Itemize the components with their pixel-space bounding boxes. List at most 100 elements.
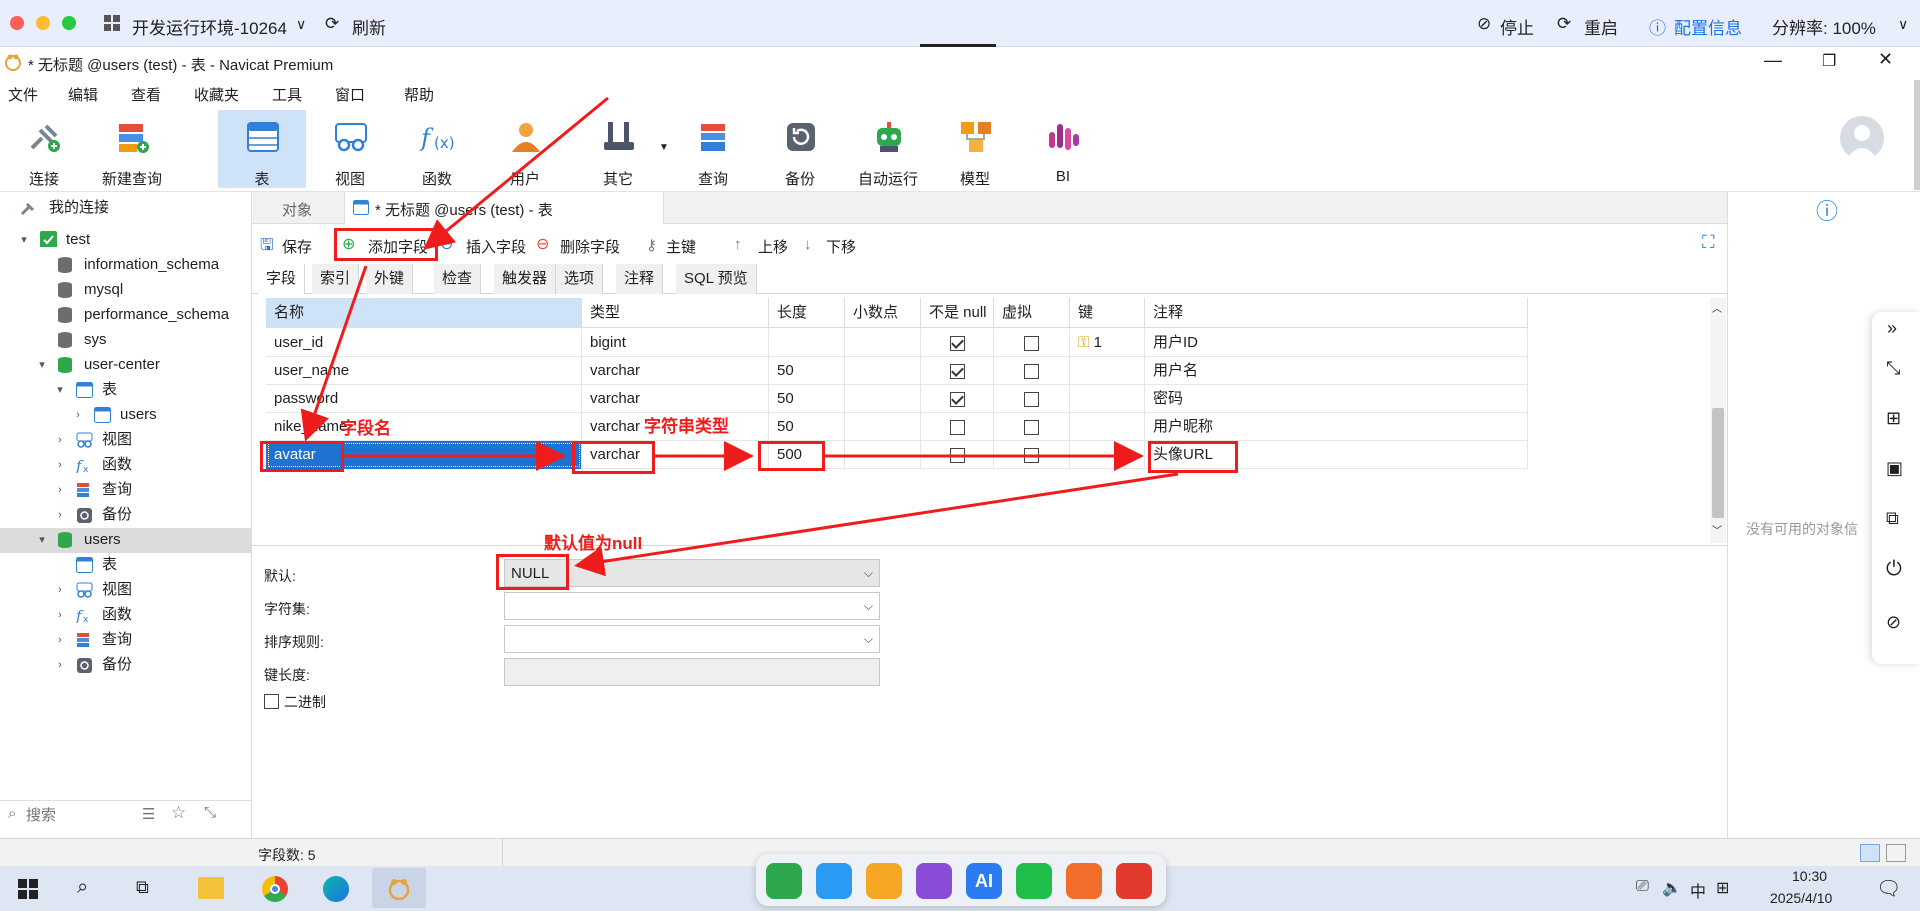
dock-files-icon[interactable]	[866, 863, 902, 899]
insert-field-button[interactable]: 插入字段	[466, 236, 526, 257]
grid-scrollbar[interactable]: ︿ ﹀	[1710, 298, 1726, 543]
search-input[interactable]	[26, 804, 136, 826]
toolbar-other[interactable]: 其它	[580, 112, 656, 192]
cell-comment[interactable]: 用户昵称	[1145, 413, 1528, 441]
subtab-indexes[interactable]: 索引	[312, 264, 360, 294]
chevron-down-icon[interactable]: ▾	[36, 353, 48, 377]
move-down-button[interactable]: 下移	[826, 236, 856, 257]
split-icon[interactable]: ⊞	[1886, 408, 1901, 429]
clock-time[interactable]: 10:30	[1792, 868, 1827, 884]
refresh-button[interactable]: 刷新	[352, 14, 386, 39]
chevrons-right-icon[interactable]: »	[1887, 318, 1897, 339]
restore-icon[interactable]: ❐	[1822, 51, 1836, 71]
chevron-down-icon[interactable]: ▾	[54, 378, 66, 402]
not-null-checkbox[interactable]	[950, 420, 965, 435]
cell-comment[interactable]: 用户ID	[1145, 329, 1528, 357]
toolbar-function[interactable]: f (x) 函数	[399, 112, 475, 192]
chevron-down-icon[interactable]: ▾	[18, 228, 30, 252]
chevron-right-icon[interactable]: ›	[54, 503, 66, 527]
table-row[interactable]: user_name varchar 50 用户名	[266, 357, 1528, 385]
minimize-dot-icon[interactable]	[36, 16, 50, 30]
subtab-checks[interactable]: 检查	[434, 264, 482, 294]
chevron-right-icon[interactable]: ›	[54, 603, 66, 627]
cell-decimals[interactable]	[845, 357, 921, 385]
collation-select[interactable]: ⌵	[504, 625, 880, 653]
restart-button[interactable]: 重启	[1584, 14, 1618, 39]
navicat-taskbar-active[interactable]	[372, 868, 426, 908]
cell-decimals[interactable]	[845, 385, 921, 413]
cell-comment[interactable]: 用户名	[1145, 357, 1528, 385]
refresh-icon[interactable]: ⟳	[325, 14, 339, 34]
not-null-checkbox[interactable]	[950, 364, 965, 379]
dock-chat-icon[interactable]	[1016, 863, 1052, 899]
dock-sign-icon[interactable]	[766, 863, 802, 899]
column-header-length[interactable]: 长度	[769, 298, 845, 328]
column-header-type[interactable]: 类型	[582, 298, 769, 328]
copy-icon[interactable]: ⧉	[1886, 508, 1899, 529]
volume-icon[interactable]: 🔈	[1662, 878, 1682, 898]
window-scrollbar[interactable]	[1914, 80, 1920, 190]
cell-length[interactable]: 50	[769, 413, 845, 441]
layout-icon[interactable]: ▣	[1886, 458, 1903, 479]
column-header-decimals[interactable]: 小数点	[845, 298, 921, 328]
table-row[interactable]: user_id bigint ⚿ 1 用户ID	[266, 329, 1528, 357]
toolbar-other-dropdown-icon[interactable]: ▼	[659, 142, 669, 153]
cell-key[interactable]	[1070, 357, 1145, 385]
menu-favorites[interactable]: 收藏夹	[194, 84, 239, 105]
cell-key[interactable]	[1070, 385, 1145, 413]
menu-edit[interactable]: 编辑	[68, 84, 98, 105]
cell-name[interactable]: password	[266, 385, 582, 413]
table-row[interactable]: nike_name varchar 50 用户昵称	[266, 413, 1528, 441]
cell-name[interactable]: user_id	[266, 329, 582, 357]
chrome-icon[interactable]	[262, 876, 288, 902]
cell-type[interactable]: varchar	[582, 385, 769, 413]
config-info-link[interactable]: 配置信息	[1674, 14, 1742, 39]
edge-icon[interactable]	[323, 876, 349, 902]
toolbar-automation[interactable]: 自动运行	[850, 112, 926, 192]
menu-window[interactable]: 窗口	[335, 84, 365, 105]
close-dot-icon[interactable]	[10, 16, 24, 30]
virtual-checkbox[interactable]	[1024, 448, 1039, 463]
key-length-input[interactable]	[504, 658, 880, 686]
chevron-down-icon[interactable]: ∨	[296, 16, 306, 33]
subtab-options[interactable]: 选项	[556, 264, 604, 294]
ime-indicator[interactable]: 中	[1690, 878, 1706, 902]
virtual-checkbox[interactable]	[1024, 364, 1039, 379]
dock-power-icon[interactable]	[1116, 863, 1152, 899]
menu-file[interactable]: 文件	[8, 84, 38, 105]
resolution-select[interactable]: 分辨率: 100%	[1772, 14, 1876, 39]
search-icon[interactable]: ⌕	[77, 876, 88, 899]
dock-settings-icon[interactable]	[1066, 863, 1102, 899]
chevron-right-icon[interactable]: ›	[54, 628, 66, 652]
restart-icon[interactable]: ⟳	[1557, 14, 1571, 34]
delete-field-button[interactable]: 删除字段	[560, 236, 620, 257]
table-row[interactable]: password varchar 50 密码	[266, 385, 1528, 413]
primary-key-button[interactable]: 主键	[666, 236, 696, 257]
cell-key[interactable]	[1070, 441, 1145, 469]
toolbar-view[interactable]: 视图	[312, 112, 388, 192]
eye-off-icon[interactable]: ⊘	[1886, 612, 1901, 633]
chevron-up-icon[interactable]: ︿	[1712, 300, 1722, 315]
info-icon[interactable]: ⓘ	[1649, 14, 1666, 39]
chevron-right-icon[interactable]: ›	[54, 653, 66, 677]
cell-name[interactable]: nike_name	[266, 413, 582, 441]
fullscreen-icon[interactable]: ⛶	[1702, 232, 1715, 253]
maximize-dot-icon[interactable]	[62, 16, 76, 30]
table-row-editing[interactable]: avatar varchar 500 头像URL	[266, 441, 1528, 469]
chevron-right-icon[interactable]: ›	[54, 478, 66, 502]
dock-ai-icon[interactable]: AI	[966, 863, 1002, 899]
chevron-right-icon[interactable]: ›	[54, 578, 66, 602]
chevron-right-icon[interactable]: ›	[72, 403, 84, 427]
not-null-checkbox[interactable]	[950, 336, 965, 351]
chevron-right-icon[interactable]: ›	[54, 428, 66, 452]
cell-length[interactable]: 50	[769, 385, 845, 413]
collapse-icon[interactable]: ⤡	[204, 804, 216, 821]
dock-desktop-icon[interactable]	[816, 863, 852, 899]
compress-icon[interactable]: ⤡	[1886, 358, 1900, 379]
cell-comment[interactable]: 密码	[1145, 385, 1528, 413]
cell-type[interactable]: varchar	[582, 357, 769, 385]
filter-icon[interactable]: ☰	[142, 805, 155, 823]
not-null-checkbox[interactable]	[950, 448, 965, 463]
tab-objects[interactable]: 对象	[282, 199, 312, 220]
chevron-down-icon[interactable]: ∨	[1898, 16, 1908, 33]
